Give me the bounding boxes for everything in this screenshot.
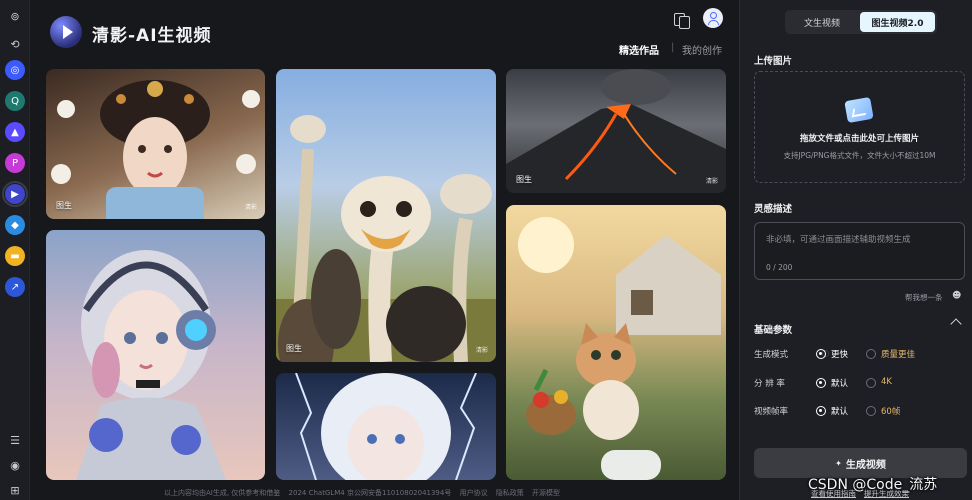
watermark: 清影 [705,178,718,185]
tab-my-creations[interactable]: 我的创作 [682,42,722,57]
ostriches-image [276,115,496,362]
res-4k-label: 4K [881,377,892,387]
radio-mode-quality[interactable] [866,349,876,359]
list-icon[interactable]: ☰ [5,430,25,450]
upload-dropzone[interactable]: 拖放文件或点击此处可上传图片 支持JPG/PNG格式文件，文件大小不超过10M [754,71,965,183]
prompt-title: 灵感描述 [754,204,793,215]
fps-label: 视频帧率 [754,407,789,417]
mode-switch: 文生视频 图生视频2.0 [785,10,937,34]
footer-disclaimer: 以上内容均由AI生成, 仅供参考和借鉴 [164,489,281,497]
radio-res-4k[interactable] [866,378,876,388]
sparkle-icon: ✦ [835,458,842,468]
upload-hint: 支持JPG/PNG格式文件，文件大小不超过10M [783,151,936,160]
copy-icon[interactable] [673,11,691,29]
volcano-image [506,69,726,193]
radio-fps-60[interactable] [866,406,876,416]
tab-text-to-video[interactable]: 文生视频 [787,12,857,32]
prompt-placeholder: 非必填，可通过画面描述辅助视频生成 [766,235,911,245]
cat-on-scooter-image [518,217,721,480]
tab-featured[interactable]: 精选作品 [619,42,659,57]
mode-quality-label: 质量更佳 [881,350,916,360]
footer: 以上内容均由AI生成, 仅供参考和借鉴 2024 ChatGLM4 京公网安备1… [164,488,566,498]
history-icon[interactable]: ⟲ [5,34,25,54]
mode-label: 生成模式 [754,350,789,360]
upload-instruction: 拖放文件或点击此处可上传图片 [799,134,919,144]
res-default-label: 默认 [831,379,849,389]
help-me-think-link[interactable]: 帮我想一条 [905,292,943,303]
folder-icon[interactable]: ▬ [5,246,25,266]
search-app-icon[interactable]: Q [5,91,25,111]
chart-app-icon[interactable]: ↗ [5,277,25,297]
left-rail: ⊚ ⟲ ◎ Q ▲ P ▶ ◆ ▬ ↗ ☰ ◉ ⊞ [0,0,30,500]
upload-title: 上传图片 [754,56,793,67]
gallery-card[interactable]: 图生 清影 [276,69,496,362]
gallery-card[interactable]: 图生 清影 [506,69,726,193]
fps-default-label: 默认 [831,407,849,417]
gallery-card[interactable] [506,205,726,480]
tab-image-to-video[interactable]: 图生视频2.0 [860,12,935,32]
card-label: 图生 [56,201,72,210]
csdn-watermark: CSDN @Code_流苏 [808,477,938,493]
chatglm-icon[interactable]: ◎ [5,60,25,80]
ppt-app-icon[interactable]: P [5,153,25,173]
headphone-girl-image [76,250,226,480]
tab-separator: | [671,42,675,53]
sparkle-icon[interactable]: ☻ [952,291,961,301]
avatar[interactable] [703,8,723,28]
mode-fast-label: 更快 [831,350,849,360]
resolution-label: 分 辨 率 [754,379,785,389]
silver-hair-girl-image [295,373,477,480]
footer-copyright: 2024 ChatGLM4 京公网安备11010802041394号 [288,489,452,497]
agent-app-icon[interactable]: ◆ [5,215,25,235]
target-icon[interactable]: ◉ [5,455,25,475]
generate-label: 生成视频 [845,459,886,471]
app-logo-icon[interactable]: ⊚ [5,6,25,26]
radio-res-default[interactable] [816,378,826,388]
ai-app-icon[interactable]: ▲ [5,122,25,142]
radio-fps-default[interactable] [816,406,826,416]
radio-mode-fast[interactable] [816,349,826,359]
footer-agreement[interactable]: 用户协议 [460,489,488,497]
gallery-card[interactable]: 图生 清影 [46,69,265,219]
watermark: 清影 [475,347,488,354]
qingying-logo-icon [50,16,82,48]
prompt-textarea[interactable]: 非必填，可通过画面描述辅助视频生成 0 / 200 [754,222,965,280]
user-icon [709,12,717,19]
gallery-card[interactable] [276,373,496,480]
page-title: 清影-AI生视频 [92,26,212,46]
card-label: 图生 [286,344,302,353]
footer-opensource[interactable]: 开源模型 [532,489,560,497]
card-label: 图生 [516,175,532,184]
footer-privacy[interactable]: 隐私政策 [496,489,524,497]
fps-60-label: 60帧 [881,407,901,417]
gallery-card[interactable] [46,230,265,480]
ancient-costume-girl-image [51,80,260,219]
params-title: 基础参数 [754,325,793,336]
image-upload-icon [844,96,874,124]
grid-icon[interactable]: ⊞ [5,480,25,500]
char-count: 0 / 200 [766,263,793,272]
watermark: 清影 [244,204,257,211]
qingying-app-icon[interactable]: ▶ [2,181,28,207]
